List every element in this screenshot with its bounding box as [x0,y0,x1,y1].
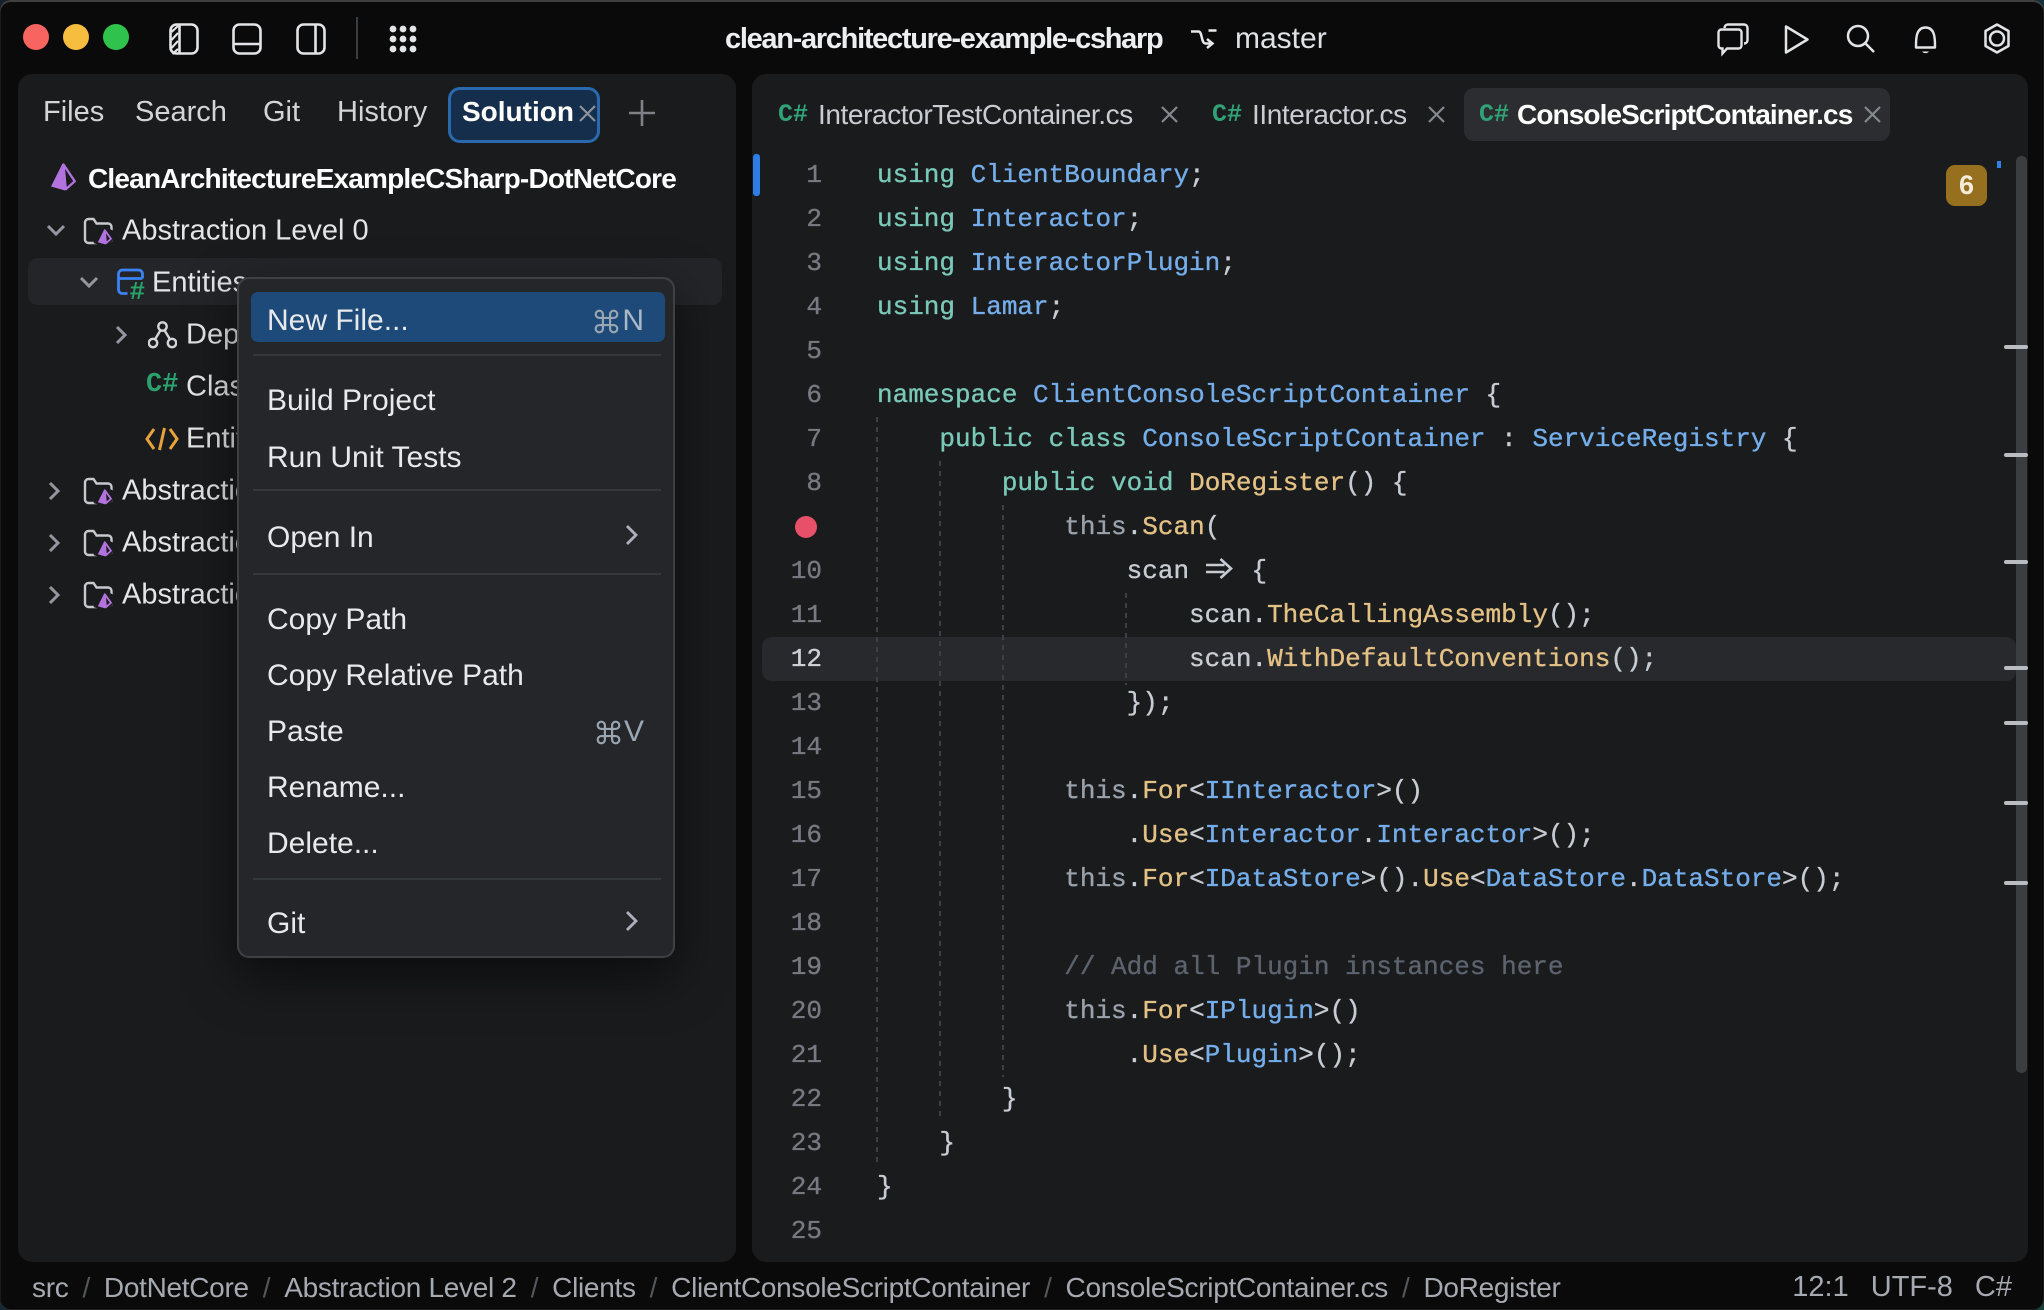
svg-text:#: # [130,277,146,301]
